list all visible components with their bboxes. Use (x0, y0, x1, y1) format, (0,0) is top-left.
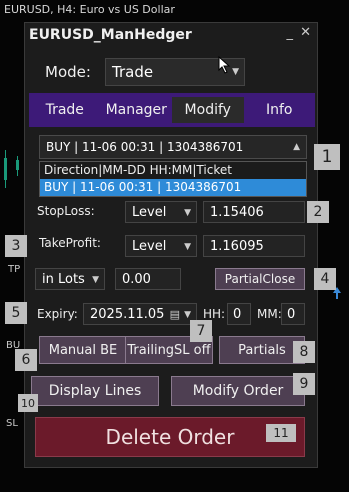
candle (16, 160, 19, 170)
expiry-date-value: 2025.11.05 (90, 307, 165, 322)
chevron-down-icon: ▼ (184, 242, 191, 252)
minute-label: MM: (257, 307, 282, 321)
close-icon[interactable]: ✕ (300, 25, 311, 40)
tab-bar: Trade Manager Modify Info (29, 93, 315, 127)
hour-input[interactable]: 0 (227, 303, 251, 325)
chart-title: EURUSD, H4: Euro vs US Dollar (4, 3, 175, 16)
chevron-down-icon: ▼ (184, 208, 191, 218)
order-select[interactable]: BUY | 11-06 00:31 | 1304386701 ▲ (39, 135, 307, 159)
panel-title: EURUSD_ManHedger (29, 27, 192, 43)
panel-titlebar[interactable]: EURUSD_ManHedger _ ✕ (25, 23, 317, 47)
hour-label: HH: (203, 307, 226, 321)
expiry-date-picker[interactable]: 2025.11.05 ▤ ▼ (83, 303, 197, 325)
modify-order-button[interactable]: Modify Order (171, 376, 305, 406)
mode-label: Mode: (45, 63, 91, 81)
tab-modify[interactable]: Modify (172, 97, 244, 123)
minimize-icon[interactable]: _ (287, 26, 294, 41)
partial-unit-value: in Lots (42, 272, 85, 287)
display-lines-button[interactable]: Display Lines (31, 376, 159, 406)
expiry-label: Expiry: (37, 307, 78, 321)
callout-badge: 6 (15, 349, 37, 371)
callout-badge: 3 (5, 235, 27, 257)
callout-badge: 9 (293, 373, 315, 395)
callout-badge: 2 (307, 201, 329, 223)
chevron-down-icon: ▼ (92, 275, 99, 285)
callout-badge: 4 (314, 268, 336, 290)
mode-value: Trade (112, 63, 154, 81)
manual-be-button[interactable]: Manual BE (39, 336, 127, 364)
takeprofit-type-select[interactable]: Level ▼ (125, 235, 197, 257)
tab-trade[interactable]: Trade (29, 93, 101, 127)
order-select-value: BUY | 11-06 00:31 | 1304386701 (46, 140, 244, 154)
chevron-down-icon: ▼ (232, 67, 239, 77)
callout-badge: 5 (5, 302, 27, 324)
takeprofit-type-value: Level (132, 239, 167, 254)
chevron-down-icon: ▼ (184, 310, 191, 320)
callout-badge: 8 (293, 341, 315, 363)
callout-badge: 11 (266, 424, 296, 442)
partial-close-button[interactable]: PartialClose (215, 268, 305, 290)
tab-manager[interactable]: Manager (101, 93, 173, 127)
stoploss-label: StopLoss: (37, 204, 95, 218)
stoploss-input[interactable]: 1.15406 (203, 201, 305, 223)
chevron-up-icon: ▲ (293, 142, 300, 152)
callout-badge: 7 (190, 320, 212, 342)
partial-unit-select[interactable]: in Lots ▼ (35, 268, 105, 290)
order-dropdown-list: Direction|MM-DD HH:MM|Ticket BUY | 11-06… (39, 161, 307, 197)
mouse-cursor-icon (218, 56, 231, 74)
tab-info[interactable]: Info (244, 93, 316, 127)
candle (4, 158, 7, 180)
delete-order-button[interactable]: Delete Order (35, 417, 305, 457)
takeprofit-input[interactable]: 1.16095 (203, 235, 305, 257)
minute-input[interactable]: 0 (281, 303, 305, 325)
partial-amount-input[interactable]: 0.00 (115, 268, 181, 290)
manhedger-panel: EURUSD_ManHedger _ ✕ Mode: Trade ▼ Trade… (24, 22, 318, 468)
dropdown-item-selected[interactable]: BUY | 11-06 00:31 | 1304386701 (40, 179, 306, 196)
dropdown-header[interactable]: Direction|MM-DD HH:MM|Ticket (40, 162, 306, 179)
callout-badge: 1 (314, 144, 340, 170)
stoploss-type-select[interactable]: Level ▼ (125, 201, 197, 223)
takeprofit-label: TakeProfit: (39, 236, 101, 250)
stoploss-type-value: Level (132, 205, 167, 220)
callout-badge: 10 (18, 394, 38, 412)
calendar-icon: ▤ (169, 308, 180, 321)
tp-tag: TP (8, 264, 21, 275)
sl-tag: SL (6, 418, 18, 429)
